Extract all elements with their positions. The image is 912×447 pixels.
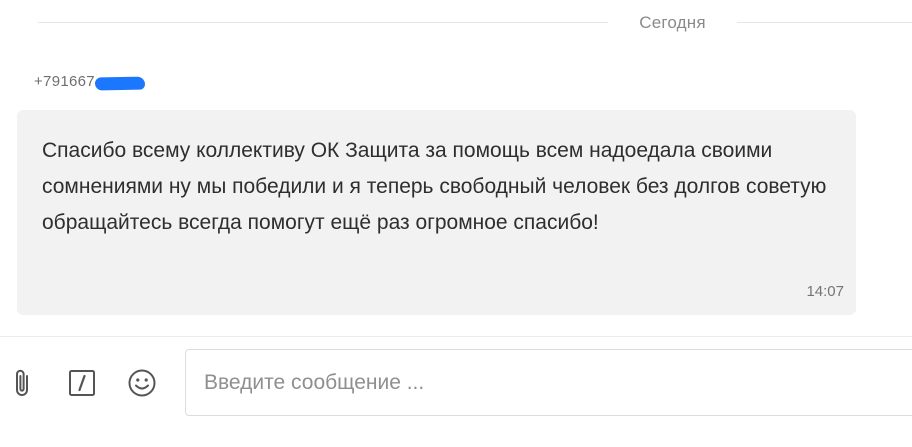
date-separator-label: Сегодня bbox=[639, 13, 706, 32]
date-separator: Сегодня bbox=[0, 10, 912, 34]
redaction-mark bbox=[94, 76, 146, 90]
message-sender: +791667 bbox=[34, 73, 146, 90]
message-bubble: Спасибо всему коллективу ОК Защита за по… bbox=[17, 110, 856, 315]
message-text: Спасибо всему коллективу ОК Защита за по… bbox=[42, 139, 827, 234]
message-composer bbox=[0, 337, 912, 447]
sender-phone: +791667 bbox=[34, 73, 95, 90]
slash-box-icon bbox=[69, 370, 95, 396]
date-separator-line-right bbox=[737, 22, 912, 23]
paperclip-icon bbox=[16, 369, 28, 396]
date-separator-line-left bbox=[38, 22, 608, 23]
emoji-button[interactable] bbox=[125, 366, 159, 400]
command-button[interactable] bbox=[65, 366, 99, 400]
message-time: 14:07 bbox=[806, 283, 844, 300]
message-input-box[interactable] bbox=[185, 349, 912, 416]
attach-button[interactable] bbox=[6, 366, 40, 400]
message-input[interactable] bbox=[204, 364, 884, 402]
smiley-icon bbox=[128, 369, 156, 397]
